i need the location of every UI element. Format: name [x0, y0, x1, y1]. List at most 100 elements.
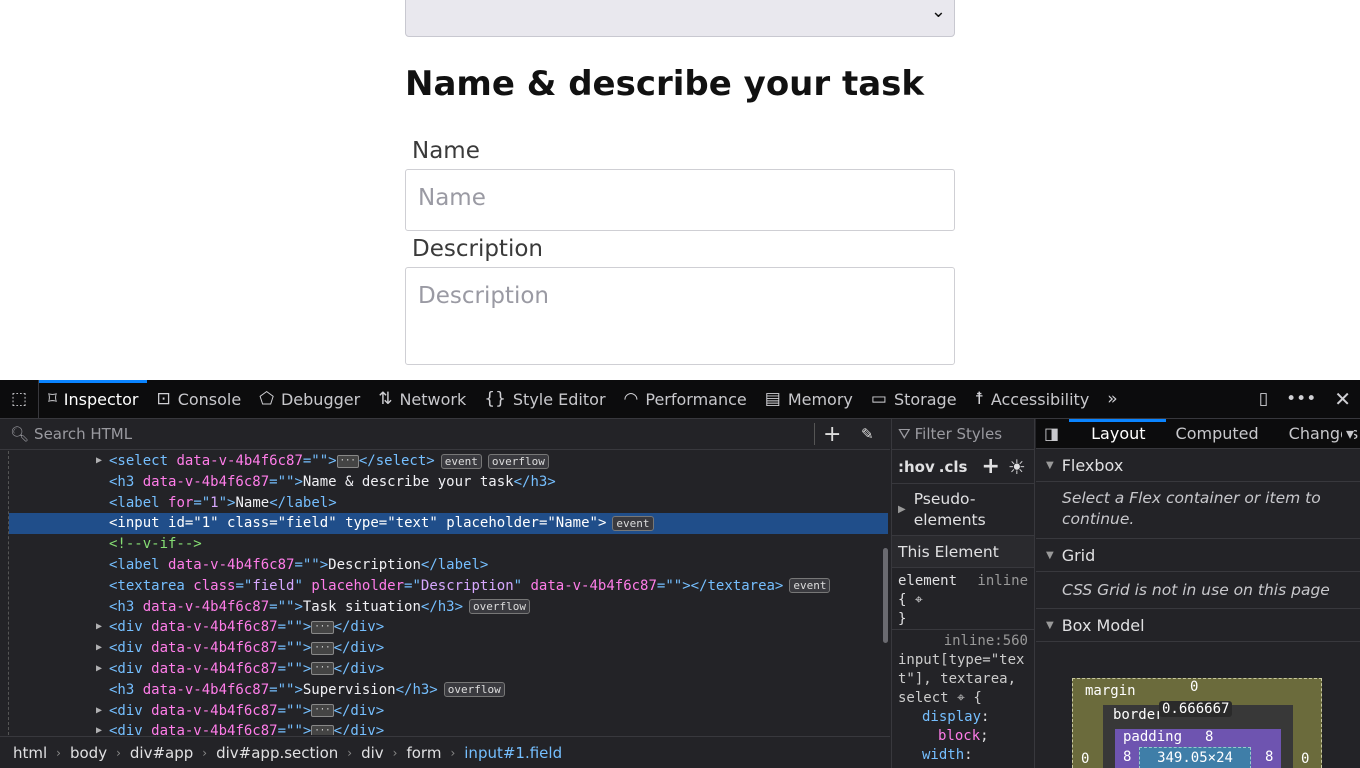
- border-top-value[interactable]: 0.666667: [1159, 701, 1233, 717]
- filter-styles-input[interactable]: ⛛ Filter Styles: [892, 419, 1034, 450]
- padding-top-value[interactable]: 8: [1205, 729, 1213, 745]
- tab-performance[interactable]: ◠ Performance: [615, 380, 756, 418]
- tab-style-editor[interactable]: {} Style Editor: [475, 380, 614, 418]
- padding-right-value[interactable]: 8: [1265, 749, 1273, 765]
- cls-toggle[interactable]: .cls: [939, 458, 968, 476]
- tab-memory[interactable]: ▤ Memory: [756, 380, 862, 418]
- markup-token: ": [513, 577, 531, 594]
- margin-left-value[interactable]: 0: [1081, 751, 1089, 767]
- markup-node[interactable]: <!--v-if-->: [9, 534, 888, 555]
- breadcrumb-item[interactable]: input#1.field: [464, 744, 562, 762]
- collapsed-children-button[interactable]: ···: [336, 454, 359, 468]
- box-model-section-toggle[interactable]: ▼ Box Model: [1036, 609, 1360, 642]
- element-picker-button[interactable]: ⬚: [0, 380, 40, 418]
- breadcrumb-item[interactable]: div: [361, 744, 384, 762]
- markup-node[interactable]: <label data-v-4b4f6c87="">Description</l…: [9, 555, 888, 576]
- margin-top-value[interactable]: 0: [1190, 679, 1198, 695]
- markup-node[interactable]: <label for="1">Name</label>: [9, 493, 888, 514]
- select-dropdown[interactable]: ⌄: [405, 0, 955, 37]
- collapsed-children-button[interactable]: ···: [311, 724, 334, 735]
- collapsed-children-button[interactable]: ···: [311, 620, 334, 634]
- tabs-dropdown-icon[interactable]: ▾: [1341, 424, 1354, 443]
- tab-storage[interactable]: ▭ Storage: [862, 380, 966, 418]
- markup-node[interactable]: <input id="1" class="field" type="text" …: [9, 513, 888, 535]
- markup-tree[interactable]: ▶ <select data-v-4b4f6c87=""> ··· </select>…: [8, 451, 888, 735]
- breadcrumb-item[interactable]: html: [13, 744, 47, 762]
- collapsed-children-button[interactable]: ···: [311, 662, 334, 676]
- overflow-badge[interactable]: overflow: [487, 453, 549, 469]
- collapsed-children-button[interactable]: ···: [311, 704, 334, 718]
- property-value[interactable]: block: [938, 728, 980, 744]
- event-badge[interactable]: event: [440, 453, 482, 469]
- breadcrumb-item[interactable]: div#app.section: [216, 744, 338, 762]
- inline-source: inline: [977, 573, 1028, 589]
- options-menu-button[interactable]: •••: [1277, 380, 1325, 418]
- markup-token: <div: [109, 702, 152, 719]
- markup-token: Name: [555, 515, 590, 532]
- expand-twisty-icon[interactable]: ▶: [96, 451, 102, 472]
- toggle-sidebar-icon[interactable]: ◨: [1036, 424, 1069, 443]
- markup-token: field: [286, 515, 329, 532]
- margin-right-value[interactable]: 0: [1301, 751, 1309, 767]
- expand-twisty-icon[interactable]: ▶: [96, 617, 102, 638]
- search-html-input[interactable]: 🔍︎ Search HTML + ✎: [0, 419, 890, 450]
- padding-left-value[interactable]: 8: [1123, 749, 1131, 765]
- event-badge[interactable]: event: [789, 578, 831, 594]
- rule-source-link[interactable]: inline:560: [898, 632, 1028, 651]
- hov-toggle[interactable]: :hov: [898, 458, 935, 476]
- grid-message: CSS Grid is not in use on this page: [1036, 572, 1360, 609]
- markup-node[interactable]: ▶ <div data-v-4b4f6c87=""> ··· </div>: [9, 659, 888, 680]
- markup-token: ">: [218, 494, 236, 511]
- tab-network[interactable]: ⇅ Network: [369, 380, 475, 418]
- close-devtools-button[interactable]: ✕: [1325, 380, 1360, 418]
- property-name[interactable]: display: [922, 709, 981, 725]
- breadcrumb-item[interactable]: div#app: [130, 744, 193, 762]
- add-rule-icon[interactable]: +: [981, 454, 999, 479]
- markup-scrollbar[interactable]: [883, 548, 888, 643]
- breadcrumb-item[interactable]: form: [406, 744, 441, 762]
- tab-console[interactable]: ⊡ Console: [147, 380, 250, 418]
- close-brace: }: [898, 611, 907, 627]
- markup-node[interactable]: ▶ <select data-v-4b4f6c87=""> ··· </select>…: [9, 451, 888, 472]
- pseudo-label: Pseudo-elements: [913, 489, 986, 529]
- markup-node[interactable]: <h3 data-v-4b4f6c87="">Supervision</h3> o…: [9, 680, 888, 701]
- tab-label: Memory: [787, 389, 853, 409]
- expand-twisty-icon[interactable]: ▶: [96, 721, 102, 735]
- sidebar-tab-layout[interactable]: Layout: [1069, 419, 1165, 449]
- collapsed-children-button[interactable]: ···: [311, 641, 334, 655]
- name-input[interactable]: Name: [405, 169, 955, 231]
- chevrons-right-icon: »: [1107, 389, 1118, 409]
- more-tools-button[interactable]: »: [1098, 380, 1126, 418]
- expand-twisty-icon[interactable]: ▶: [96, 638, 102, 659]
- flexbox-section-toggle[interactable]: ▼ Flexbox: [1036, 449, 1360, 482]
- add-node-icon[interactable]: +: [823, 422, 841, 447]
- markup-node[interactable]: ▶ <div data-v-4b4f6c87=""> ··· </div>: [9, 721, 888, 735]
- overflow-badge[interactable]: overflow: [469, 599, 531, 615]
- sidebar-tab-computed[interactable]: Computed: [1166, 419, 1279, 449]
- breadcrumb-item[interactable]: body: [70, 744, 107, 762]
- markup-node[interactable]: <textarea class="field" placeholder="Des…: [9, 576, 888, 597]
- markup-node[interactable]: <h3 data-v-4b4f6c87="">Name & describe y…: [9, 472, 888, 493]
- description-textarea[interactable]: Description: [405, 267, 955, 365]
- tab-inspector[interactable]: ⌑ Inspector: [39, 380, 148, 418]
- markup-node[interactable]: ▶ <div data-v-4b4f6c87=""> ··· </div>: [9, 701, 888, 722]
- expand-twisty-icon[interactable]: ▶: [96, 659, 102, 680]
- markup-node[interactable]: ▶ <div data-v-4b4f6c87=""> ··· </div>: [9, 617, 888, 638]
- grid-section-toggle[interactable]: ▼ Grid: [1036, 539, 1360, 572]
- property-name[interactable]: width: [922, 747, 964, 763]
- markup-token: for: [168, 494, 194, 511]
- content-size[interactable]: 349.05×24: [1157, 750, 1233, 766]
- markup-node[interactable]: ▶ <div data-v-4b4f6c87=""> ··· </div>: [9, 638, 888, 659]
- tab-debugger[interactable]: ⬠ Debugger: [250, 380, 369, 418]
- event-badge[interactable]: event: [612, 515, 654, 531]
- light-theme-icon[interactable]: ☀: [1008, 455, 1026, 479]
- node-icon: ⌖: [957, 690, 965, 706]
- eyedropper-icon[interactable]: ✎: [861, 425, 874, 443]
- pseudo-elements-toggle[interactable]: ▶ Pseudo-elements: [892, 484, 1034, 536]
- markup-token: </div>: [333, 619, 385, 636]
- overflow-badge[interactable]: overflow: [443, 682, 505, 698]
- tab-accessibility[interactable]: ☨ Accessibility: [966, 380, 1099, 418]
- expand-twisty-icon[interactable]: ▶: [96, 701, 102, 722]
- responsive-design-button[interactable]: ▯: [1250, 380, 1277, 418]
- markup-node[interactable]: <h3 data-v-4b4f6c87="">Task situation</h…: [9, 597, 888, 618]
